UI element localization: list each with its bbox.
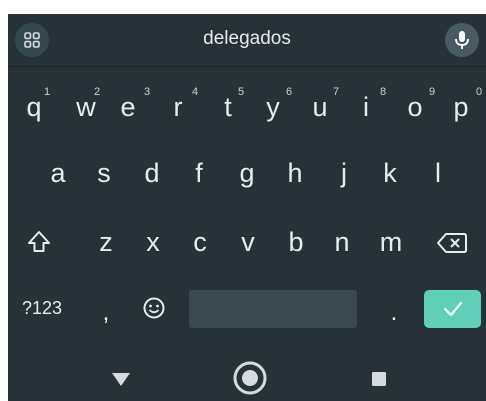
mic-button[interactable] — [445, 23, 479, 57]
key-t[interactable]: t — [216, 90, 240, 124]
hint-i: 8 — [379, 86, 387, 98]
key-g[interactable]: g — [235, 156, 259, 190]
key-e[interactable]: e — [116, 90, 140, 124]
key-k[interactable]: k — [378, 156, 402, 190]
emoji-icon — [143, 297, 165, 319]
backspace-key[interactable] — [436, 231, 470, 257]
enter-key[interactable] — [424, 290, 481, 328]
key-z[interactable]: z — [94, 225, 118, 259]
key-c[interactable]: c — [188, 225, 212, 259]
key-u[interactable]: u — [307, 90, 333, 124]
check-icon — [443, 301, 462, 317]
key-x[interactable]: x — [141, 225, 165, 259]
shift-key[interactable] — [26, 229, 54, 257]
hint-e: 3 — [143, 86, 151, 98]
hint-r: 4 — [191, 86, 199, 98]
divider — [8, 66, 486, 67]
key-p[interactable]: p — [448, 90, 474, 124]
period-key[interactable]: . — [384, 296, 404, 330]
symbols-key[interactable]: ?123 — [22, 298, 62, 319]
key-row-3: z x c v b n m — [8, 225, 486, 261]
back-triangle-icon — [112, 373, 130, 386]
key-v[interactable]: v — [236, 225, 260, 259]
key-f[interactable]: f — [189, 156, 209, 190]
key-a[interactable]: a — [46, 156, 70, 190]
backspace-icon — [437, 233, 467, 253]
key-y[interactable]: y — [261, 90, 285, 124]
hint-p: 0 — [475, 86, 483, 98]
recents-square-icon — [372, 372, 386, 386]
key-m[interactable]: m — [376, 225, 406, 259]
shift-icon — [28, 231, 50, 252]
top-bar — [0, 0, 486, 14]
home-circle-icon — [233, 361, 267, 395]
key-r[interactable]: r — [166, 90, 190, 124]
key-w[interactable]: w — [72, 90, 100, 124]
key-b[interactable]: b — [284, 225, 308, 259]
key-h[interactable]: h — [283, 156, 307, 190]
key-row-1: 1 q 2 w 3 e 4 r 5 t 6 y 7 u 8 i 9 o 0 p — [8, 86, 486, 126]
recents-button[interactable] — [370, 370, 388, 388]
key-s[interactable]: s — [92, 156, 116, 190]
screen: delegados 1 q 2 w 3 e 4 r 5 t 6 y 7 u 8 … — [0, 0, 486, 401]
emoji-key[interactable] — [142, 296, 168, 322]
key-i[interactable]: i — [356, 90, 376, 124]
key-l[interactable]: l — [428, 156, 448, 190]
suggestion-strip: delegados — [8, 14, 486, 66]
mic-icon — [455, 31, 469, 49]
key-o[interactable]: o — [402, 90, 428, 124]
suggestion-word[interactable]: delegados — [8, 28, 486, 50]
key-row-2: a s d f g h j k l — [8, 156, 486, 192]
key-n[interactable]: n — [330, 225, 354, 259]
back-button[interactable] — [110, 370, 132, 388]
navigation-bar — [8, 344, 486, 401]
space-bar[interactable] — [189, 290, 357, 328]
key-j[interactable]: j — [334, 156, 354, 190]
keyboard: delegados 1 q 2 w 3 e 4 r 5 t 6 y 7 u 8 … — [8, 14, 486, 401]
key-d[interactable]: d — [140, 156, 164, 190]
key-q[interactable]: q — [22, 90, 46, 124]
comma-key[interactable]: , — [96, 296, 116, 330]
home-button[interactable] — [232, 360, 268, 396]
